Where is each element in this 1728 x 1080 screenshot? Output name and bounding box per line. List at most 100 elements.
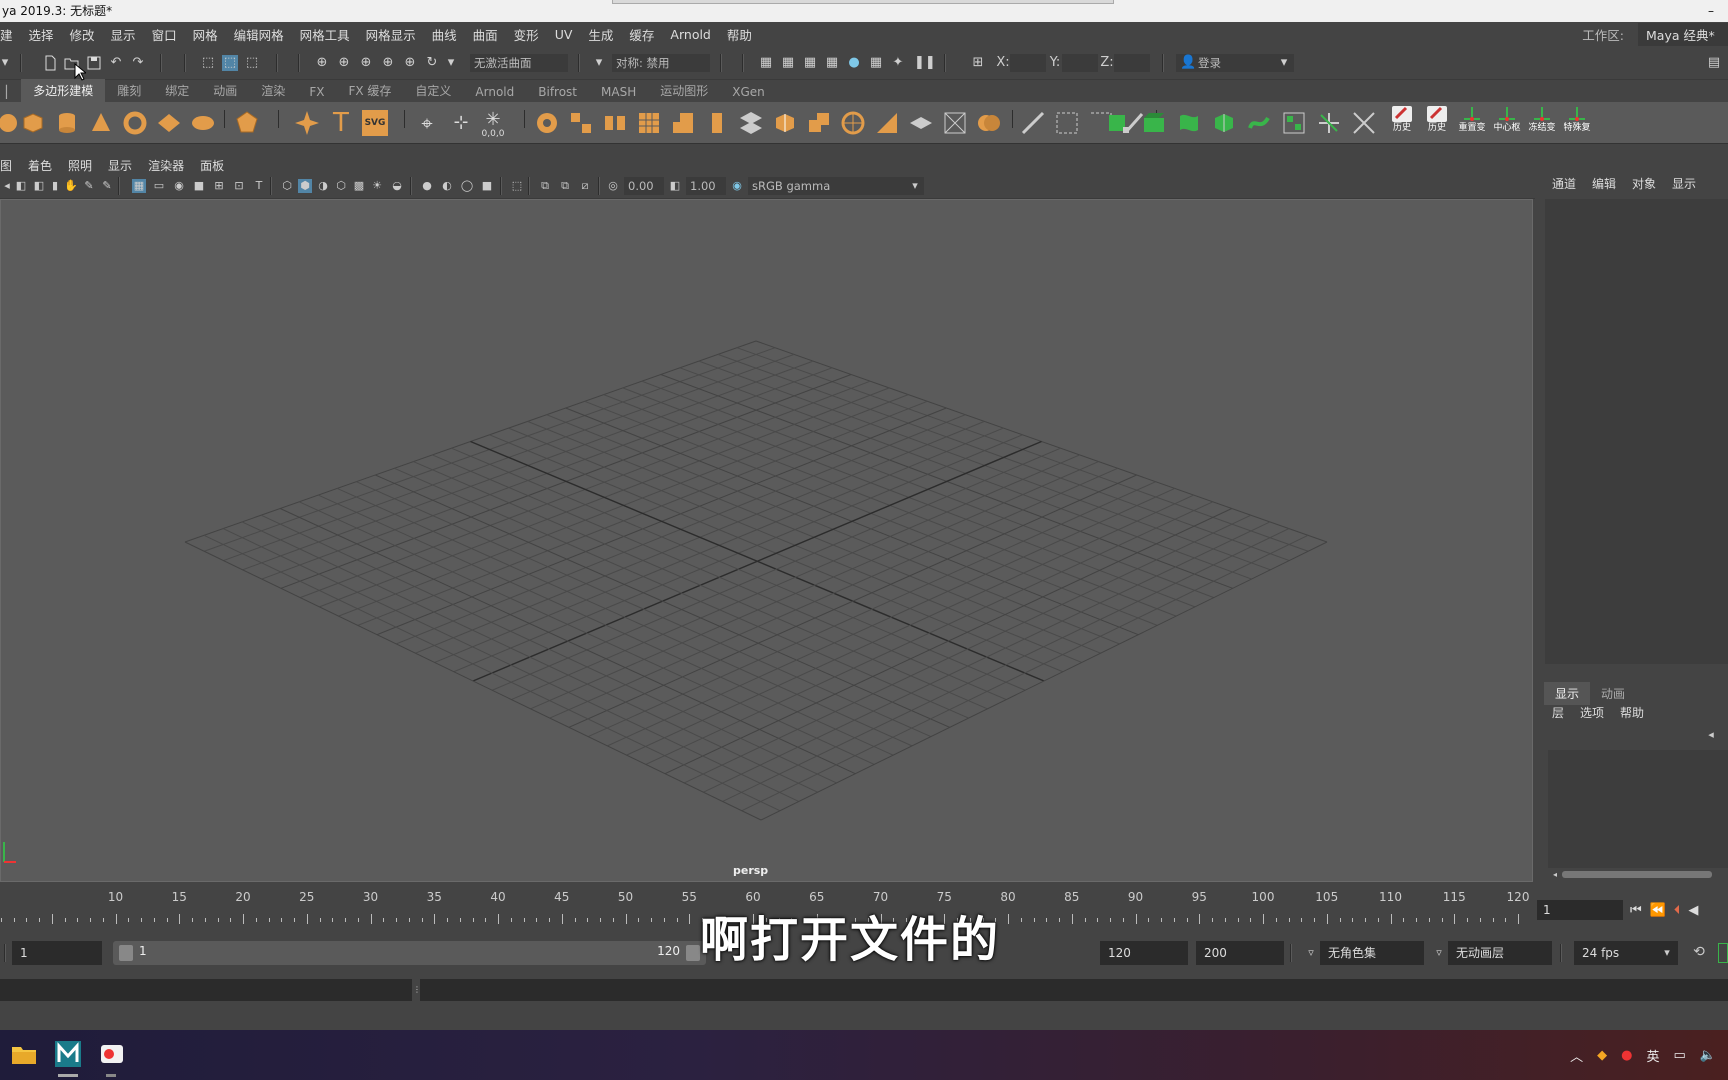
super-shape-icon[interactable] bbox=[294, 110, 320, 136]
channel-menu-channels[interactable]: 通道 bbox=[1544, 175, 1584, 195]
playback-end-field[interactable]: 120 bbox=[1100, 941, 1188, 965]
ime-indicator[interactable]: 英 bbox=[1647, 1046, 1660, 1065]
poly-plane-icon[interactable] bbox=[156, 110, 182, 136]
character-set-icon[interactable]: ▿ bbox=[1304, 946, 1318, 960]
wedge-icon[interactable] bbox=[874, 110, 900, 136]
file-explorer-icon[interactable] bbox=[10, 1040, 38, 1068]
poly-disc-icon[interactable] bbox=[190, 110, 216, 136]
smooth-shade-icon[interactable]: ⬢ bbox=[298, 179, 312, 193]
menu-item[interactable]: 修改 bbox=[62, 25, 103, 44]
symmetry-dropdown-icon[interactable]: ▾ bbox=[594, 55, 604, 71]
shelf-tab-mash[interactable]: MASH bbox=[589, 82, 648, 102]
motion-blur-icon[interactable]: ◐ bbox=[440, 179, 454, 193]
shelf-tab-fx-caching[interactable]: FX 缓存 bbox=[336, 79, 403, 102]
live-surface-field[interactable]: 无激活曲面 bbox=[470, 54, 568, 72]
unfold-icon[interactable] bbox=[1246, 110, 1272, 136]
sweep-mesh-icon[interactable]: ⌖ bbox=[414, 110, 440, 136]
circularize-icon[interactable] bbox=[942, 110, 968, 136]
depth-of-field-icon[interactable]: ■ bbox=[480, 179, 494, 193]
menu-item[interactable]: 缓存 bbox=[621, 25, 662, 44]
gate-mask-icon[interactable]: ■ bbox=[192, 179, 206, 193]
light-editor-icon[interactable]: ✦ bbox=[890, 55, 906, 71]
uv-editor-icon[interactable] bbox=[1106, 110, 1132, 136]
isolate-select-icon[interactable]: ⬚ bbox=[510, 179, 524, 193]
menu-item[interactable]: Arnold bbox=[662, 27, 718, 42]
new-scene-icon[interactable] bbox=[42, 55, 58, 71]
menu-item[interactable]: 曲面 bbox=[465, 25, 506, 44]
shelf-tab-fx[interactable]: FX bbox=[297, 82, 336, 102]
render-setup-icon[interactable]: ▦ bbox=[868, 55, 884, 71]
text-tool-icon[interactable]: T bbox=[328, 110, 354, 136]
cylindrical-map-icon[interactable] bbox=[1211, 110, 1237, 136]
separate-icon[interactable] bbox=[568, 110, 594, 136]
volume-icon[interactable]: 🔈 bbox=[1700, 1048, 1716, 1063]
shelf-tab-poly-modeling[interactable]: 多边形建模 bbox=[21, 79, 106, 102]
symmetry-field[interactable]: 对称: 禁用 bbox=[612, 54, 710, 72]
xray-components-icon[interactable]: ⧄ bbox=[578, 179, 592, 193]
shelf-tab-rendering[interactable]: 渲染 bbox=[249, 79, 297, 102]
scene-end-field[interactable]: 200 bbox=[1196, 941, 1284, 965]
xray-joints-icon[interactable]: ⧉ bbox=[558, 179, 572, 193]
go-to-start-icon[interactable]: ⏮ bbox=[1630, 903, 1642, 918]
grease-pencil-icon[interactable]: ✎ bbox=[82, 179, 96, 193]
reduce-icon[interactable] bbox=[670, 110, 696, 136]
shelf-tab-custom[interactable]: 自定义 bbox=[403, 79, 463, 102]
duplicate-special-button[interactable]: 特殊复 bbox=[1561, 106, 1593, 140]
use-all-lights-icon[interactable]: ☀ bbox=[370, 179, 384, 193]
tray-app-icon[interactable]: ◆ bbox=[1597, 1048, 1607, 1063]
append-icon[interactable] bbox=[806, 110, 832, 136]
menu-item[interactable]: UV bbox=[547, 27, 581, 42]
pause-icon[interactable]: ❚❚ bbox=[914, 55, 936, 71]
workspace-dropdown[interactable]: Maya 经典* bbox=[1638, 22, 1728, 46]
poly-cone-icon[interactable] bbox=[88, 110, 114, 136]
menu-item[interactable]: 网格工具 bbox=[292, 25, 358, 44]
menu-item[interactable]: 生成 bbox=[580, 25, 621, 44]
layout-uv-icon[interactable] bbox=[1281, 110, 1307, 136]
snap-dropdown-icon[interactable]: ▾ bbox=[446, 55, 456, 71]
network-icon[interactable]: ▭ bbox=[1674, 1048, 1686, 1063]
range-slider[interactable]: 1 120 bbox=[113, 941, 706, 965]
camera-attributes-icon[interactable]: ◧ bbox=[14, 179, 28, 193]
origin-icon[interactable]: ✳ 0,0,0 bbox=[480, 110, 506, 139]
select-object-icon[interactable]: ⬚ bbox=[222, 55, 238, 71]
view-transform-dropdown[interactable]: sRGB gamma bbox=[748, 177, 924, 195]
xray-icon[interactable]: ⧉ bbox=[538, 179, 552, 193]
shelf-tab-motion-graphics[interactable]: 运动图形 bbox=[648, 79, 720, 102]
type-mesh-icon[interactable]: ⊹ bbox=[448, 110, 474, 136]
mel-command-input[interactable] bbox=[0, 979, 412, 1001]
y-field[interactable] bbox=[1062, 54, 1098, 72]
snap-point-icon[interactable]: ⊕ bbox=[358, 55, 374, 71]
panel-menu-view[interactable]: 图 bbox=[0, 157, 20, 174]
redo-icon[interactable]: ↷ bbox=[130, 55, 146, 71]
snap-curve-icon[interactable]: ⊕ bbox=[336, 55, 352, 71]
smooth-icon[interactable] bbox=[636, 110, 662, 136]
mirror-icon[interactable] bbox=[602, 110, 628, 136]
layer-move-icon[interactable]: ◂ bbox=[1704, 728, 1718, 742]
history-button[interactable]: 历史 bbox=[1386, 106, 1418, 140]
x-field[interactable] bbox=[1010, 54, 1046, 72]
history-button[interactable]: 历史 bbox=[1421, 106, 1453, 140]
menu-item[interactable]: 选择 bbox=[21, 25, 62, 44]
platonic-solid-icon[interactable] bbox=[234, 110, 260, 136]
wireframe-icon[interactable]: ⬡ bbox=[280, 179, 294, 193]
poly-torus-icon[interactable] bbox=[122, 110, 148, 136]
hypershade-icon[interactable]: ● bbox=[846, 55, 862, 71]
gamma-field[interactable]: 1.00 bbox=[686, 177, 726, 195]
channel-list[interactable] bbox=[1545, 199, 1728, 664]
recorder-icon[interactable] bbox=[98, 1040, 126, 1068]
transform-mode-icon[interactable]: ⊞ bbox=[970, 55, 986, 71]
auto-map-icon[interactable] bbox=[1176, 110, 1202, 136]
play-backwards-icon[interactable]: ◀ bbox=[1688, 903, 1698, 918]
range-start-handle[interactable] bbox=[119, 945, 133, 961]
poly-cylinder-icon[interactable] bbox=[54, 110, 80, 136]
shelf-tab-rigging[interactable]: 绑定 bbox=[153, 79, 201, 102]
render-view-icon[interactable]: ▦ bbox=[758, 55, 774, 71]
menu-item[interactable]: 曲线 bbox=[424, 25, 465, 44]
film-gate-icon[interactable]: ▭ bbox=[152, 179, 166, 193]
channel-menu-edit[interactable]: 编辑 bbox=[1584, 175, 1624, 195]
anti-aliasing-icon[interactable]: ◯ bbox=[460, 179, 474, 193]
ipr-render-icon[interactable]: ▦ bbox=[802, 55, 818, 71]
save-scene-icon[interactable] bbox=[86, 55, 102, 71]
render-settings-icon[interactable]: ▦ bbox=[824, 55, 840, 71]
insert-edge-loop-icon[interactable] bbox=[1054, 110, 1080, 136]
